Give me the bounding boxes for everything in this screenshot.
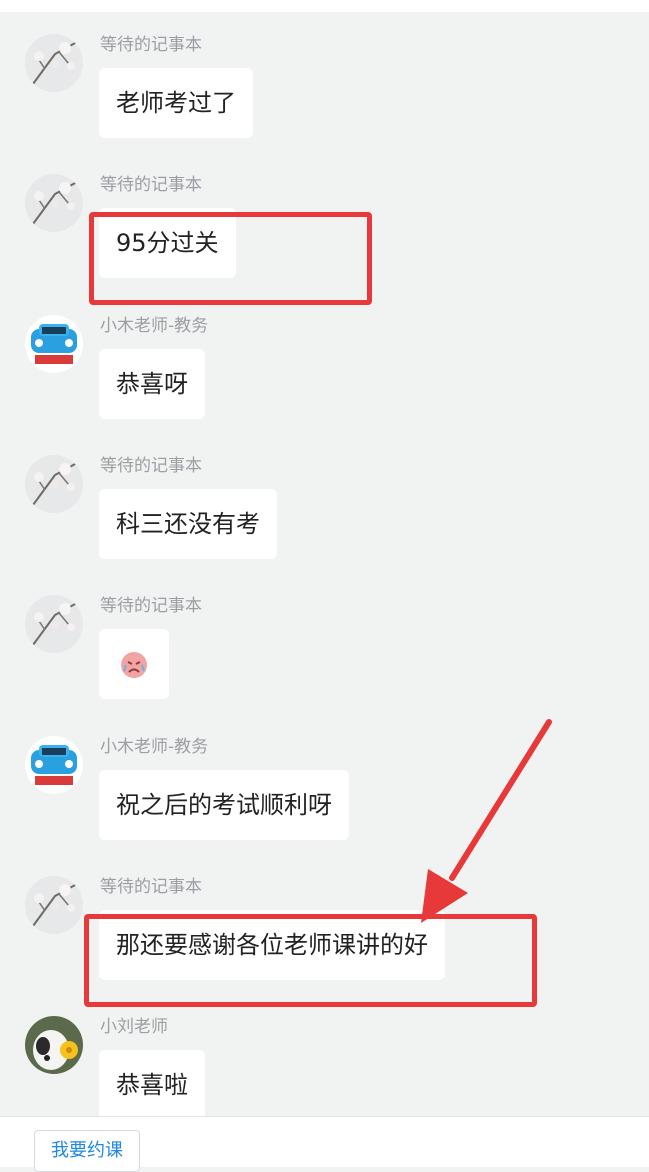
annotation-arrow-icon <box>421 719 552 923</box>
bottom-bar: 我要约课 <box>0 1116 649 1172</box>
